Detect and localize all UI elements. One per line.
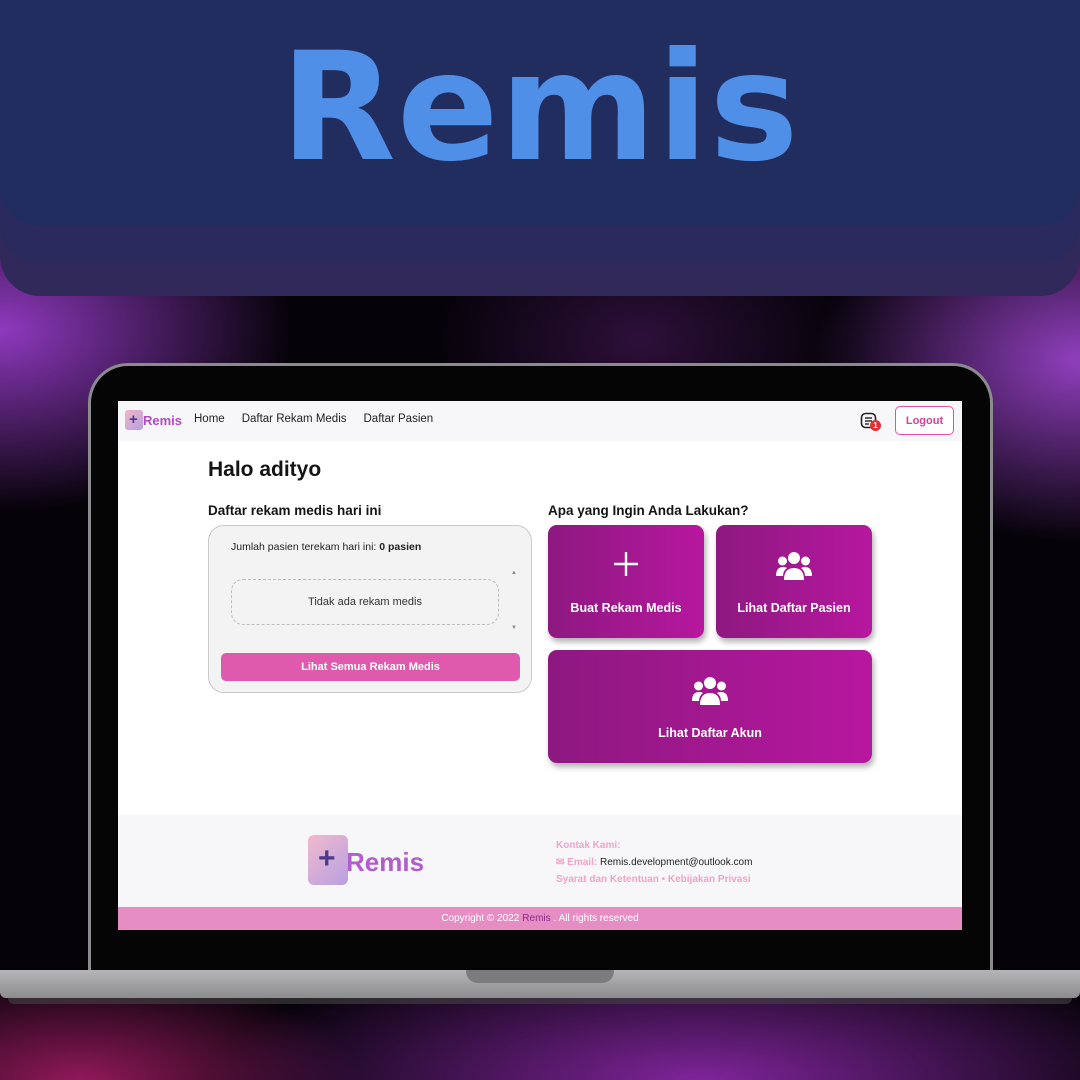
records-card: Jumlah pasien terekam hari ini: 0 pasien…	[208, 525, 532, 693]
patient-list-label: Lihat Daftar Pasien	[737, 601, 851, 615]
copyright-brand: Remis	[522, 913, 551, 924]
contact-title: Kontak Kami:	[556, 840, 621, 851]
folder-plus-icon: +	[125, 410, 145, 430]
notification-button[interactable]: 1	[860, 412, 881, 431]
navbar: + Remis Home Daftar Rekam Medis Daftar P…	[118, 401, 962, 441]
notification-badge: 1	[870, 420, 881, 431]
patient-count: Jumlah pasien terekam hari ini: 0 pasien	[231, 541, 421, 553]
view-all-records-button[interactable]: Lihat Semua Rekam Medis	[221, 653, 520, 681]
nav-links: Home Daftar Rekam Medis Daftar Pasien	[194, 413, 433, 425]
mail-icon: ✉	[556, 857, 565, 868]
create-record-button[interactable]: Buat Rekam Medis	[548, 525, 704, 638]
patient-list-button[interactable]: Lihat Daftar Pasien	[716, 525, 872, 638]
account-list-button[interactable]: Lihat Daftar Akun	[548, 650, 872, 763]
empty-records-message: Tidak ada rekam medis	[231, 579, 499, 625]
nav-link-home[interactable]: Home	[194, 413, 225, 425]
contact-info: Kontak Kami: ✉ Email: Remis.development@…	[556, 837, 752, 888]
terms-link[interactable]: Syarat dan Ketentuan	[556, 874, 659, 885]
page-title: Halo adityo	[208, 458, 322, 481]
footer: + Remis Kontak Kami: ✉ Email: Remis.deve…	[118, 815, 962, 907]
footer-separator: •	[661, 874, 666, 885]
hero-banner: Remis	[0, 0, 1080, 226]
logo-text: Remis	[143, 412, 183, 428]
laptop-notch	[466, 970, 614, 983]
account-list-label: Lihat Daftar Akun	[658, 726, 762, 740]
nav-link-daftar-pasien[interactable]: Daftar Pasien	[364, 413, 434, 425]
laptop-shadow	[8, 998, 1072, 1004]
logout-button[interactable]: Logout	[895, 406, 954, 435]
scroll-down-arrow-icon[interactable]: ▼	[511, 625, 517, 631]
records-section-title: Daftar rekam medis hari ini	[208, 503, 382, 518]
create-record-label: Buat Rekam Medis	[570, 601, 682, 615]
plus-icon	[614, 552, 638, 576]
footer-logo: + Remis	[308, 835, 424, 885]
users-icon	[776, 552, 812, 580]
privacy-link[interactable]: Kebijakan Privasi	[668, 874, 751, 885]
users-icon	[692, 677, 728, 705]
patient-count-label: Jumlah pasien terekam hari ini:	[231, 541, 377, 553]
actions-section-title: Apa yang Ingin Anda Lakukan?	[548, 503, 749, 518]
copyright-prefix: Copyright © 2022	[441, 913, 520, 924]
patient-count-value: 0 pasien	[379, 541, 422, 553]
scroll-up-arrow-icon[interactable]: ▲	[511, 570, 517, 576]
copyright-bar: Copyright © 2022 Remis . All rights rese…	[118, 907, 962, 930]
nav-link-daftar-rekam-medis[interactable]: Daftar Rekam Medis	[242, 413, 347, 425]
folder-plus-icon: +	[308, 835, 352, 885]
email-link[interactable]: Remis.development@outlook.com	[600, 857, 752, 868]
email-label: Email:	[567, 857, 598, 868]
footer-logo-text: Remis	[346, 846, 425, 877]
app-logo[interactable]: + Remis	[125, 410, 182, 430]
app-screen: + Remis Home Daftar Rekam Medis Daftar P…	[118, 401, 962, 930]
banner-title: Remis	[280, 21, 800, 195]
copyright-suffix: . All rights reserved	[553, 913, 639, 924]
